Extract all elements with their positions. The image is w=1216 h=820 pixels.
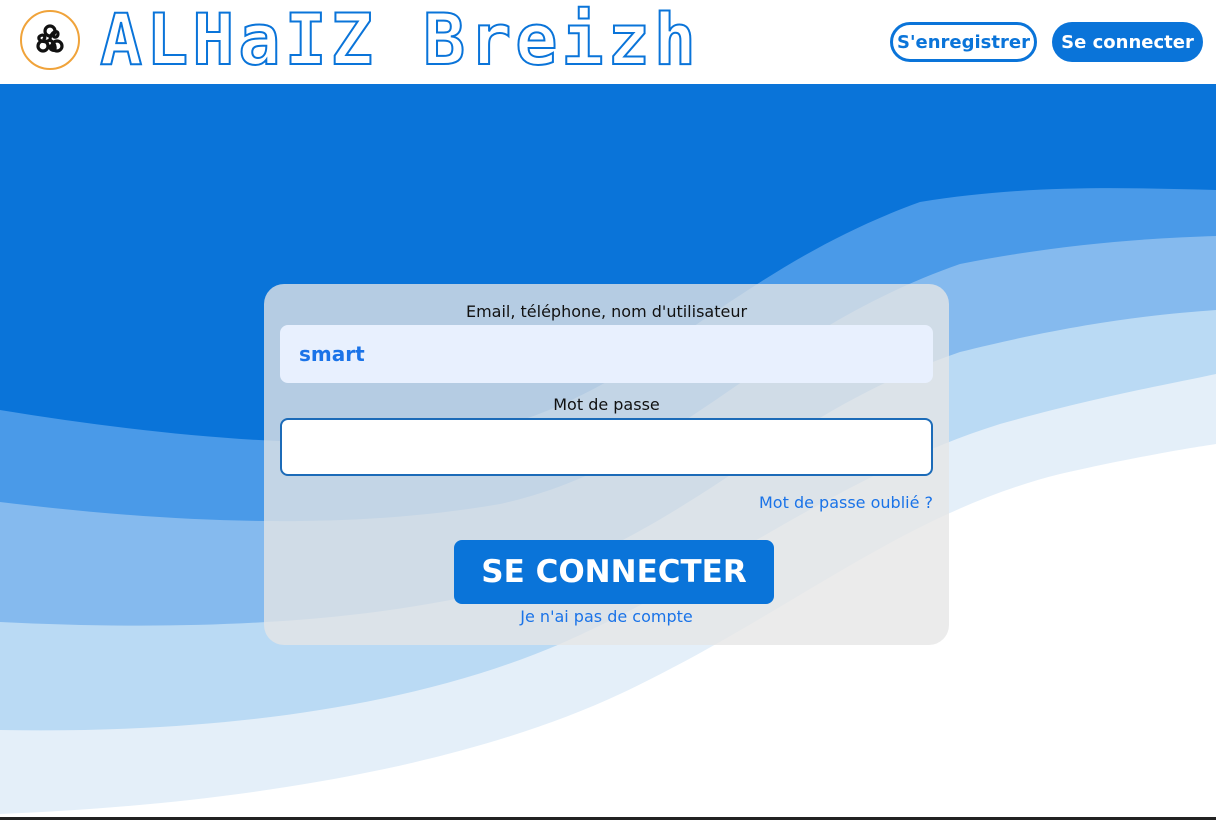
login-nav-button[interactable]: Se connecter [1052, 22, 1203, 62]
register-button[interactable]: S'enregistrer [890, 22, 1037, 62]
password-label: Mot de passe [553, 395, 660, 414]
brand-title[interactable]: ALHaIZ Breizh [99, 0, 700, 82]
submit-login-button[interactable]: SE CONNECTER [454, 540, 774, 604]
identifier-input[interactable]: smart [280, 325, 933, 383]
forgot-password-link[interactable]: Mot de passe oublié ? [759, 493, 933, 512]
login-card: Email, téléphone, nom d'utilisateur smar… [264, 284, 949, 645]
no-account-link[interactable]: Je n'ai pas de compte [264, 607, 949, 626]
password-input[interactable] [280, 418, 933, 476]
top-header: ALHaIZ Breizh S'enregistrer Se connecter [0, 0, 1216, 84]
identifier-label: Email, téléphone, nom d'utilisateur [465, 302, 748, 321]
logo[interactable] [20, 10, 80, 70]
triskelion-icon [36, 24, 64, 53]
